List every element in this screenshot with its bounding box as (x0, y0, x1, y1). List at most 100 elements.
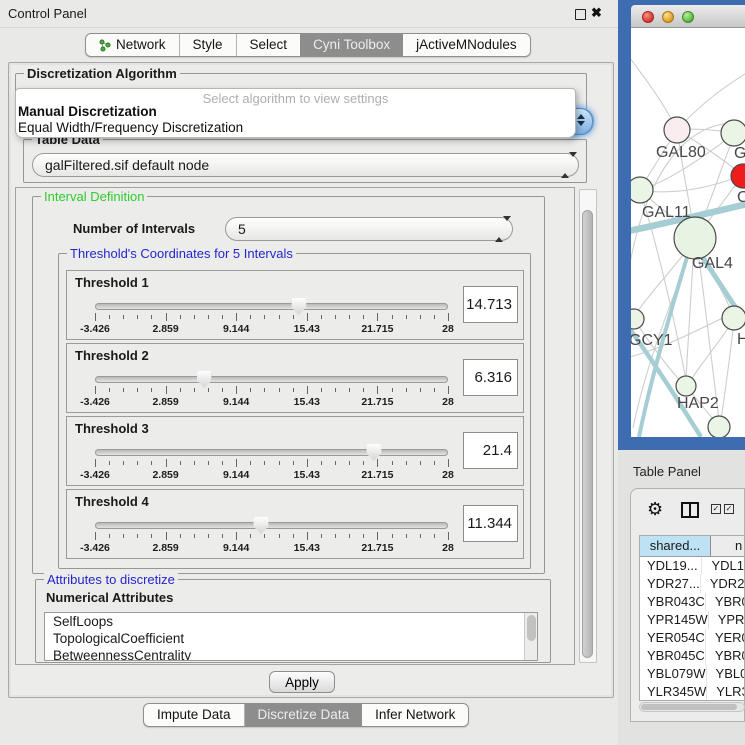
tick-mark (166, 313, 167, 321)
network-node[interactable] (631, 177, 653, 203)
tick-mark (377, 532, 378, 540)
algorithm-option[interactable]: Manual Discretization (16, 104, 575, 120)
apply-button[interactable]: Apply (269, 671, 335, 693)
tick-mark (434, 534, 435, 538)
attributes-listbox[interactable]: SelfLoopsTopologicalCoefficientBetweenne… (44, 612, 538, 661)
cell-shared-name[interactable]: YER054C (640, 629, 706, 647)
vertical-scrollbar[interactable] (579, 189, 597, 663)
horizontal-scrollbar-thumb[interactable] (641, 704, 737, 710)
table-row[interactable]: YBR043CYBR0 (640, 593, 744, 611)
list-scrollbar[interactable] (524, 613, 537, 660)
checkbox-icon[interactable]: ✓ (711, 504, 721, 514)
cell-shared-name[interactable]: YDR27... (640, 575, 701, 593)
network-node[interactable] (708, 416, 730, 437)
network-window-titlebar[interactable] (631, 5, 745, 28)
cell-name[interactable]: YBL0 (707, 665, 745, 683)
tab-impute-data[interactable]: Impute Data (144, 704, 245, 726)
combobox-stepper[interactable] (561, 157, 571, 173)
attribute-item[interactable]: SelfLoops (45, 613, 537, 630)
settings-scroll-area: Interval Definition Number of Intervals … (15, 187, 575, 665)
cell-name[interactable]: YER0 (706, 629, 745, 647)
threshold-value[interactable]: 6.316 (463, 359, 518, 396)
table-row[interactable]: YDR27...YDR2 (640, 575, 744, 593)
minimize-traffic-light[interactable] (662, 11, 674, 23)
cell-name[interactable]: YDL1 (702, 557, 744, 575)
scale-label: -3.426 (80, 469, 110, 481)
network-node[interactable] (664, 117, 690, 143)
top-tab-bar: Network Style Select Cyni Toolbox jActiv… (85, 33, 531, 57)
tab-infer-network[interactable]: Infer Network (362, 704, 468, 726)
algorithm-option[interactable]: Equal Width/Frequency Discretization (16, 120, 575, 136)
cell-shared-name[interactable]: YBR043C (640, 593, 706, 611)
tick-mark (406, 534, 407, 538)
tab-style[interactable]: Style (180, 34, 237, 56)
tick-mark (448, 386, 449, 394)
network-icon (99, 39, 111, 52)
table-body: YDL19...YDL1YDR27...YDR2YBR043CYBR0YPR14… (640, 557, 744, 701)
tab-select[interactable]: Select (237, 34, 301, 56)
tick-mark (222, 388, 223, 392)
cell-name[interactable]: YBR0 (706, 593, 745, 611)
cell-name[interactable]: YPR1 (709, 611, 745, 629)
spinner-stepper[interactable] (495, 221, 505, 237)
threshold-slider[interactable]: -3.4262.8599.14415.4321.71528 (95, 445, 448, 483)
list-scrollbar-thumb[interactable] (527, 615, 536, 641)
tab-cyni-toolbox[interactable]: Cyni Toolbox (300, 34, 403, 56)
horizontal-scrollbar[interactable] (639, 702, 745, 712)
number-of-intervals-spinner[interactable]: 5 (225, 217, 513, 241)
attribute-item[interactable]: TopologicalCoefficient (45, 630, 537, 647)
tick-mark (137, 388, 138, 392)
tab-label: Style (193, 34, 223, 56)
cell-name[interactable]: YBR0 (706, 647, 745, 665)
close-traffic-light[interactable] (642, 11, 654, 23)
checkbox-icon[interactable]: ✓ (724, 504, 734, 514)
threshold-value[interactable]: 21.4 (463, 432, 518, 469)
tick-mark (250, 315, 251, 319)
table-row[interactable]: YDL19...YDL1 (640, 557, 744, 575)
column-header-shared[interactable]: shared... (640, 536, 711, 556)
table-row[interactable]: YER054CYER0 (640, 629, 744, 647)
tab-network[interactable]: Network (86, 34, 180, 56)
tick-mark (166, 459, 167, 467)
threshold-value[interactable]: 11.344 (463, 505, 518, 542)
slider-track[interactable] (95, 303, 448, 310)
tick-mark (279, 461, 280, 465)
float-window-icon[interactable] (575, 9, 586, 20)
scale-label: 2.859 (152, 542, 178, 554)
scale-label: 28 (442, 542, 454, 554)
threshold-slider[interactable]: -3.4262.8599.14415.4321.71528 (95, 518, 448, 556)
close-icon[interactable]: ✖ (591, 5, 602, 21)
network-node[interactable] (631, 309, 644, 329)
table-row[interactable]: YBL079WYBL0 (640, 665, 744, 683)
slider-track[interactable] (95, 376, 448, 383)
table-data-combobox[interactable]: galFiltered.sif default node (32, 153, 579, 177)
network-canvas[interactable]: GAL80GCGAL11GAL4GCY1HHAP2 (631, 28, 745, 437)
cell-shared-name[interactable]: YBL079W (640, 665, 707, 683)
cell-shared-name[interactable]: YPR145W (640, 611, 709, 629)
threshold-slider[interactable]: -3.4262.8599.14415.4321.71528 (95, 299, 448, 337)
cell-shared-name[interactable]: YDL19... (640, 557, 702, 575)
cell-name[interactable]: YDR2 (701, 575, 745, 593)
column-header-name[interactable]: n (711, 536, 744, 556)
cell-shared-name[interactable]: YLR345W (640, 683, 707, 701)
gear-icon[interactable]: ⚙ (647, 499, 663, 520)
network-node[interactable] (722, 306, 745, 330)
zoom-traffic-light[interactable] (682, 11, 694, 23)
slider-track[interactable] (95, 522, 448, 529)
table-row[interactable]: YLR345WYLR3 (640, 683, 744, 701)
vertical-scrollbar-thumb[interactable] (582, 210, 593, 658)
threshold-value[interactable]: 14.713 (463, 286, 518, 323)
columns-icon[interactable] (681, 502, 699, 518)
network-node[interactable] (721, 120, 745, 146)
table-row[interactable]: YBR045CYBR0 (640, 647, 744, 665)
attribute-item[interactable]: BetweennessCentrality (45, 647, 537, 661)
tab-jactivemnodules[interactable]: jActiveMNodules (403, 34, 530, 56)
table-row[interactable]: YPR145WYPR1 (640, 611, 744, 629)
cell-shared-name[interactable]: YBR045C (640, 647, 706, 665)
network-node[interactable] (674, 217, 716, 259)
threshold-slider[interactable]: -3.4262.8599.14415.4321.71528 (95, 372, 448, 410)
network-node[interactable] (676, 376, 696, 396)
cell-name[interactable]: YLR3 (707, 683, 745, 701)
slider-track[interactable] (95, 449, 448, 456)
tab-discretize-data[interactable]: Discretize Data (245, 704, 363, 726)
